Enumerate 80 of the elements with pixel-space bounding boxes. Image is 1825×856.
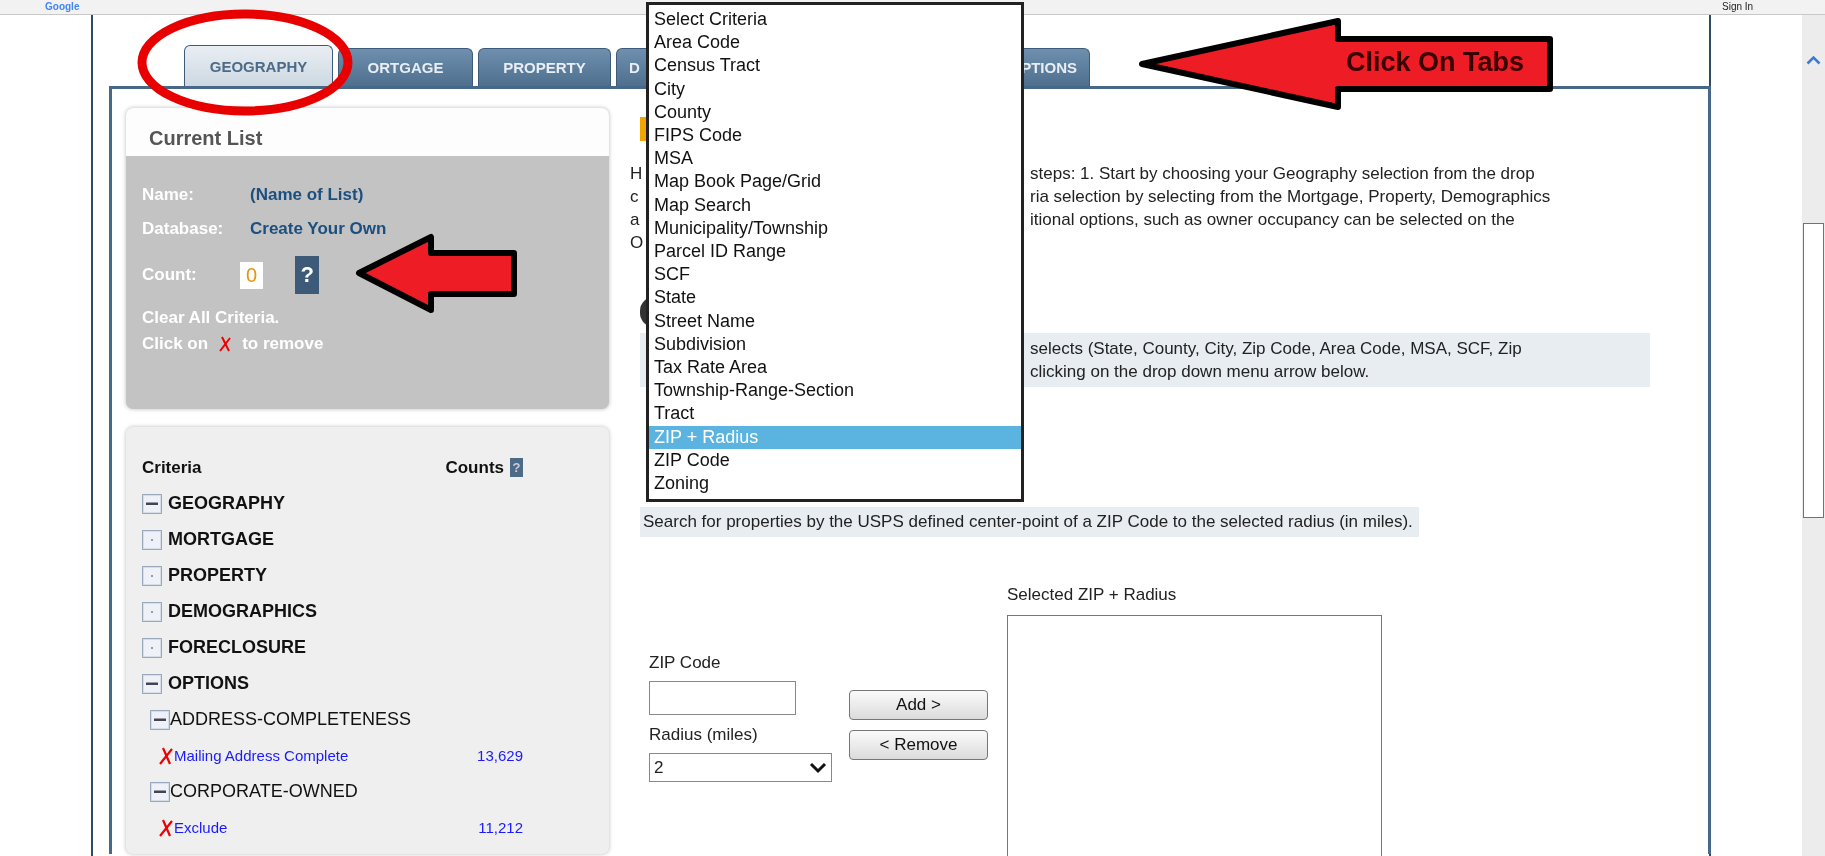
dropdown-option[interactable]: Street Name — [649, 309, 1021, 333]
help-button[interactable]: ? — [295, 256, 320, 294]
column-heading: Criteria — [142, 457, 202, 478]
count-value: 0 — [240, 261, 264, 289]
criteria-subgroup: CORPORATE-OWNED — [170, 781, 358, 803]
criteria-group[interactable]: MORTGAGE — [168, 529, 274, 551]
dropdown-option[interactable]: SCF — [649, 263, 1021, 287]
dropdown-option[interactable]: Map Search — [649, 193, 1021, 217]
remove-hint-text: to remove — [242, 334, 324, 354]
remove-hint-text: Click on — [142, 334, 209, 354]
field-value: (Name of List) — [250, 185, 364, 205]
criteria-item-link[interactable]: Exclude — [174, 819, 228, 837]
dropdown-option[interactable]: Map Book Page/Grid — [649, 170, 1021, 194]
tab[interactable]: GEOGRAPHY — [184, 45, 333, 86]
dropdown-option[interactable]: State — [649, 286, 1021, 310]
list-label: Selected ZIP + Radius — [1007, 585, 1178, 605]
column-heading: Counts — [445, 457, 504, 478]
dot-box-icon[interactable] — [142, 637, 162, 658]
scrollbar[interactable] — [1802, 15, 1825, 856]
field-label: ZIP Code — [649, 653, 722, 673]
remove-button[interactable]: < Remove — [849, 730, 988, 760]
dropdown-option[interactable]: Select Criteria — [649, 8, 1021, 32]
description-text: Search for properties by the USPS defined center-point of a ZIP Code to the selected radius (in miles). — [640, 507, 1419, 537]
dot-box-icon[interactable] — [142, 601, 162, 622]
dropdown-option[interactable]: FIPS Code — [649, 124, 1021, 148]
paragraph-fragment: O — [630, 232, 644, 254]
help-button[interactable]: ? — [510, 458, 523, 478]
criteria-group[interactable]: FORECLOSURE — [168, 637, 306, 659]
dropdown-option[interactable]: MSA — [649, 147, 1021, 171]
dropdown-option[interactable]: City — [649, 77, 1021, 101]
paragraph-fragment: a — [630, 209, 640, 231]
minus-box-icon[interactable] — [142, 673, 162, 694]
paragraph-fragment: c — [630, 186, 639, 208]
field-label: Database: — [142, 219, 225, 239]
remove-x-icon[interactable] — [158, 818, 174, 837]
dropdown-option[interactable]: Census Tract — [649, 54, 1021, 78]
sign-in-link[interactable]: Sign In — [1722, 0, 1754, 13]
dropdown-option[interactable]: Zoning — [649, 472, 1021, 496]
zip-code-input[interactable] — [649, 681, 796, 715]
criteria-group[interactable]: PROPERTY — [168, 565, 268, 587]
scrollbar-thumb[interactable] — [1803, 223, 1824, 518]
dropdown-option[interactable]: Tax Rate Area — [649, 356, 1021, 380]
callout-text: Click On Tabs — [1346, 47, 1525, 78]
radius-dropdown[interactable]: 2 — [649, 753, 832, 782]
field-label: Name: — [142, 185, 195, 205]
criteria-group[interactable]: DEMOGRAPHICS — [168, 601, 317, 623]
dropdown-option[interactable]: Tract — [649, 402, 1021, 426]
minus-box-icon[interactable] — [150, 781, 170, 802]
paragraph-fragment: H — [630, 163, 643, 185]
dropdown-option[interactable]: Subdivision — [649, 332, 1021, 357]
dot-box-icon[interactable] — [142, 565, 162, 586]
dropdown-option[interactable]: Parcel ID Range — [649, 240, 1021, 264]
field-value: Create Your Own — [250, 219, 387, 239]
dropdown-option[interactable]: Area Code — [649, 31, 1021, 55]
card-title: Current List — [149, 126, 263, 150]
chevron-down-icon — [809, 761, 827, 774]
criteria-group[interactable]: GEOGRAPHY — [168, 493, 286, 515]
instructions-paragraph: steps: 1. Start by choosing your Geography selection from the drop ria selection by selecting from the Mortgage, Property, Demographics itional options, such as owner occupancy can be selected on the — [1030, 163, 1552, 231]
chevron-up-icon[interactable] — [1806, 55, 1821, 65]
minus-box-icon[interactable] — [142, 493, 162, 514]
dropdown-option[interactable]: Township-Range-Section — [649, 379, 1021, 403]
remove-x-icon — [218, 336, 233, 352]
criteria-item-link[interactable]: Mailing Address Complete — [174, 747, 349, 765]
criteria-group[interactable]: OPTIONS — [168, 673, 249, 695]
field-label: Radius (miles) — [649, 725, 759, 745]
dropdown-option[interactable]: Municipality/Township — [649, 216, 1021, 241]
field-label: Count: — [142, 265, 198, 285]
tab[interactable]: ORTGAGE — [338, 48, 473, 86]
remove-x-icon[interactable] — [158, 746, 174, 765]
hint-text: selects (State, County, City, Zip Code, Area Code, MSA, SCF, Zip clicking on the drop down menu arrow below. — [1030, 338, 1523, 383]
add-button[interactable]: Add > — [849, 690, 988, 720]
criteria-dropdown-menu[interactable] — [646, 2, 1024, 503]
dropdown-option[interactable]: County — [649, 100, 1021, 124]
minus-box-icon[interactable] — [150, 709, 170, 730]
criteria-subgroup: ADDRESS-COMPLETENESS — [170, 709, 412, 731]
dropdown-option[interactable]: ZIP Code — [649, 448, 1021, 473]
criteria-count: 13,629 — [477, 747, 523, 765]
criteria-count: 11,212 — [478, 819, 523, 837]
tab[interactable]: PROPERTY — [478, 48, 611, 86]
dot-box-icon[interactable] — [142, 529, 162, 550]
